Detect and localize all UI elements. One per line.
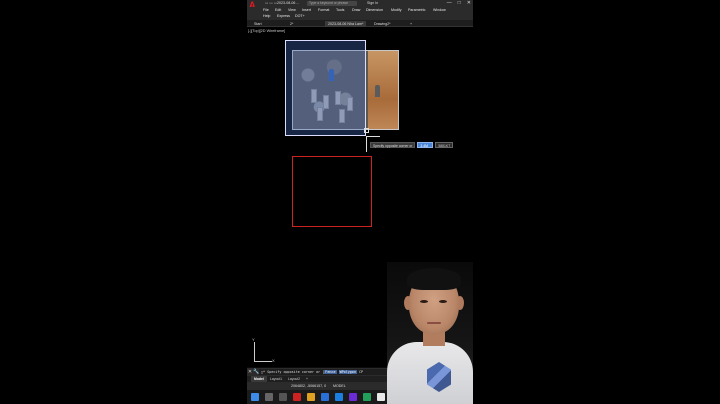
crosshair-horizontal	[366, 136, 380, 137]
menu-dotplus[interactable]: DOT+	[295, 14, 305, 18]
ucs-x-axis	[254, 361, 272, 362]
photoshop-icon[interactable]	[335, 393, 343, 401]
chrome-icon[interactable]	[377, 393, 385, 401]
presenter-eye	[420, 300, 428, 303]
image-dirt	[368, 51, 398, 129]
close-icon[interactable]: ✕	[467, 0, 471, 6]
command-option-cp[interactable]: CP	[359, 370, 363, 374]
task-view-icon[interactable]	[279, 393, 287, 401]
minimize-icon[interactable]: —	[447, 0, 452, 6]
document-tabs: Start 2* 2023-08-06 Nha Lam* Drawing2* +	[247, 20, 473, 27]
presenter-hair	[407, 268, 461, 290]
image-worker	[375, 85, 380, 97]
search-icon[interactable]	[265, 393, 273, 401]
window-controls: — □ ✕	[447, 0, 471, 6]
dynamic-input-prompt: Specify opposite corner or	[370, 142, 416, 148]
command-prompt-text: □* Specify opposite corner or [	[261, 370, 325, 374]
premiere-icon[interactable]	[349, 393, 357, 401]
menu-edit[interactable]: Edit	[275, 8, 281, 12]
menu-tools[interactable]: Tools	[336, 8, 344, 12]
sign-in-button[interactable]: Sign In	[367, 1, 378, 5]
search-input[interactable]: Type a keyword or phrase	[307, 1, 357, 6]
excel-icon[interactable]	[363, 393, 371, 401]
presenter-eye	[439, 300, 447, 303]
selection-window	[285, 40, 366, 136]
dynamic-input: Specify opposite corner or 3.4M 5881KT	[370, 142, 454, 148]
presenter-webcam	[387, 262, 473, 404]
windows-start-icon[interactable]	[251, 393, 259, 401]
command-option-fence[interactable]: Fence	[324, 370, 337, 374]
viewport-controls[interactable]: [-][Top][2D Wireframe]	[248, 29, 285, 33]
edge-browser-icon[interactable]	[321, 393, 329, 401]
menu-draw[interactable]: Draw	[352, 8, 360, 12]
pickbox-cursor	[364, 128, 369, 133]
ucs-y-axis	[254, 342, 255, 362]
menu-parametric[interactable]: Parametric	[408, 8, 425, 12]
title-bar: A ▭ ▭ ▭ 2023-08-06 ... Type a keyword or…	[247, 0, 473, 10]
folder-icon[interactable]	[307, 393, 315, 401]
quick-access-toolbar[interactable]: ▭ ▭ ▭	[265, 1, 277, 5]
menu-dimension[interactable]: Dimension	[366, 8, 383, 12]
menu-insert[interactable]: Insert	[302, 8, 311, 12]
model-space-toggle[interactable]: MODEL	[333, 383, 346, 389]
red-rectangle[interactable]	[292, 156, 372, 227]
dynamic-input-field-2[interactable]: 5881KT	[435, 142, 454, 148]
file-title: 2023-08-06 ...	[277, 1, 300, 5]
maximize-icon[interactable]: □	[458, 0, 461, 6]
menu-window[interactable]: Window	[433, 8, 446, 12]
menu-view[interactable]: View	[288, 8, 296, 12]
coordinate-readout[interactable]: 2064802, -5066157, 0	[291, 383, 326, 389]
presenter-mouth	[427, 322, 441, 324]
dynamic-input-field-1[interactable]: 3.4M	[417, 142, 434, 148]
menu-express[interactable]: Express	[277, 14, 290, 18]
menu-bar: File Edit View Insert Format Tools Draw …	[247, 7, 473, 20]
menu-help[interactable]: Help	[263, 14, 270, 18]
ucs-x-label: X	[272, 358, 275, 363]
crosshair-vertical	[366, 136, 367, 152]
ucs-y-label: Y	[252, 337, 255, 342]
menu-format[interactable]: Format	[318, 8, 329, 12]
command-option-wpolygon[interactable]: WPolygon	[338, 370, 357, 374]
menu-modify[interactable]: Modify	[391, 8, 402, 12]
menu-file[interactable]: File	[263, 8, 269, 12]
autocad-taskbar-icon[interactable]	[293, 393, 301, 401]
